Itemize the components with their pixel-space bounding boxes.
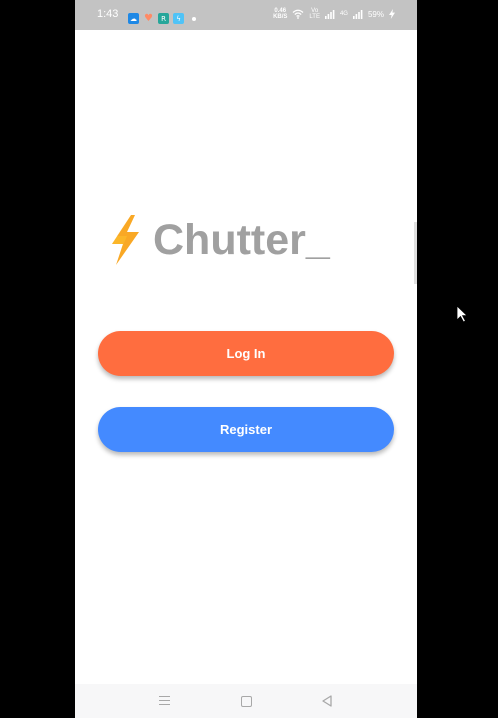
wifi-icon <box>292 9 304 19</box>
battery-percent: 59% <box>367 9 384 19</box>
more-notifications-dot-icon <box>192 16 196 21</box>
app-logo: Chutter_ <box>107 214 330 266</box>
signal-icon-2 <box>352 10 363 19</box>
volte-bottom: LTE <box>309 14 320 20</box>
lightning-bolt-icon <box>112 215 139 265</box>
login-button[interactable]: Log In <box>98 331 394 376</box>
status-bar: 1:43 ☁ ♥ R ϟ 0.46 KB/S Vo LTE 4G 59% <box>75 0 417 30</box>
register-button[interactable]: Register <box>98 407 394 452</box>
signal-icon <box>324 10 335 19</box>
network-speed-unit: KB/S <box>273 14 288 20</box>
bolt-app-icon: ϟ <box>173 13 184 24</box>
status-right-group: 0.46 KB/S Vo LTE 4G 59% <box>273 8 395 20</box>
home-square-icon[interactable] <box>241 696 252 707</box>
status-time: 1:43 <box>97 8 119 20</box>
notification-icons: ☁ ♥ R ϟ <box>128 13 196 24</box>
signal-type-label: 4G <box>339 11 348 17</box>
scroll-indicator <box>414 222 417 284</box>
heart-icon: ♥ <box>144 13 153 24</box>
mouse-cursor-icon <box>456 305 468 323</box>
phone-screen: 1:43 ☁ ♥ R ϟ 0.46 KB/S Vo LTE 4G 59% Chu… <box>75 0 417 718</box>
navigation-bar <box>75 684 417 718</box>
network-speed: 0.46 KB/S <box>273 8 287 20</box>
back-triangle-icon[interactable] <box>321 695 333 707</box>
app-name: Chutter_ <box>153 215 330 264</box>
cloud-icon: ☁ <box>128 13 139 24</box>
charging-bolt-icon <box>389 9 395 19</box>
menu-icon[interactable] <box>159 696 170 708</box>
volte-indicator: Vo LTE <box>309 8 320 20</box>
app-r-icon: R <box>158 13 169 24</box>
